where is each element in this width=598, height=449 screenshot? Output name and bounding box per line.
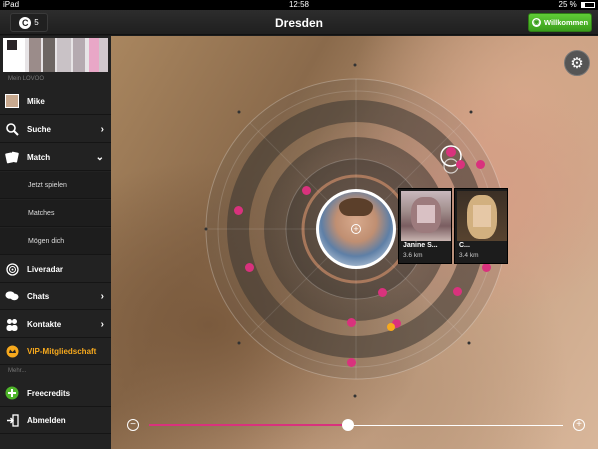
chevron-right-icon: › <box>100 123 104 135</box>
avatar <box>5 94 19 108</box>
nearby-user-dot[interactable] <box>347 358 356 367</box>
chevron-right-icon: › <box>100 290 104 302</box>
sidebar-subitem-jetzt-spielen[interactable]: Jetzt spielen <box>0 172 111 199</box>
sidebar-subitem-matches[interactable]: Matches <box>0 200 111 227</box>
sidebar-item-match[interactable]: Match ⌄ <box>0 144 111 171</box>
nearby-user-dot[interactable] <box>476 160 485 169</box>
sidebar-item-label: Abmelden <box>27 415 66 425</box>
sidebar-item-profile[interactable]: Mike <box>0 88 111 115</box>
cards-icon <box>5 150 19 164</box>
welcome-label: Willkommen <box>543 18 589 27</box>
sidebar-item-liveradar[interactable]: Liveradar <box>0 256 111 283</box>
profile-distance: 3.6 km <box>403 252 423 259</box>
sidebar-item-label: Suche <box>27 124 52 134</box>
zoom-out-icon[interactable]: − <box>127 419 139 431</box>
profile-name: Janine S... <box>403 242 438 249</box>
sidebar-item-chats[interactable]: Chats › <box>0 283 111 310</box>
search-icon <box>5 122 19 136</box>
section-label-mein-lovoo: Mein LOVOO <box>8 76 45 82</box>
welcome-button[interactable]: ◉ Willkommen <box>528 13 592 32</box>
sidebar: Mein LOVOO Mike Suche › Match ⌄ Jetzt sp… <box>0 36 111 449</box>
nearby-user-dot[interactable] <box>446 147 456 157</box>
sidebar-item-label: VIP-Mitgliedschaft <box>27 346 97 356</box>
nearby-user-dot[interactable] <box>387 323 395 331</box>
chevron-right-icon: › <box>100 318 104 330</box>
sidebar-item-kontakte[interactable]: Kontakte › <box>0 311 111 338</box>
status-bar: iPad 12:58 25 % <box>0 0 598 10</box>
nearby-user-dot[interactable] <box>245 263 254 272</box>
chevron-down-icon: ⌄ <box>95 151 104 163</box>
sidebar-item-abmelden[interactable]: Abmelden <box>0 407 111 434</box>
profile-name: C... <box>459 242 470 249</box>
nearby-user-dot[interactable] <box>453 287 462 296</box>
slider-knob[interactable] <box>341 419 354 431</box>
distance-slider[interactable]: − + <box>127 419 585 433</box>
profile-card[interactable]: Janine S... 3.6 km <box>398 188 452 264</box>
radar-icon <box>5 262 19 276</box>
plus-icon <box>5 386 19 400</box>
profile-photo <box>457 191 507 241</box>
sidebar-item-label: Liveradar <box>27 264 64 274</box>
sidebar-item-freecredits[interactable]: Freecredits <box>0 380 111 407</box>
top-bar: C 5 Dresden ◉ Willkommen <box>0 10 598 35</box>
clock: 12:58 <box>288 0 310 9</box>
sidebar-item-suche[interactable]: Suche › <box>0 116 111 143</box>
contacts-icon <box>5 317 19 331</box>
user-name: Mike <box>27 96 45 106</box>
profile-photo <box>401 191 451 241</box>
zoom-in-icon[interactable]: + <box>573 419 585 431</box>
battery-icon <box>581 1 595 8</box>
battery-status: 25 % <box>559 0 595 10</box>
battery-percent: 25 % <box>558 0 577 9</box>
globe-icon: ◉ <box>531 18 541 27</box>
photo-strip[interactable] <box>3 38 108 72</box>
nearby-user-dot[interactable] <box>234 206 243 215</box>
sidebar-subitem-moegen-dich[interactable]: Mögen dich <box>0 228 111 255</box>
nearby-user-dot[interactable] <box>378 288 387 297</box>
sidebar-item-label: Chats <box>27 291 50 301</box>
sidebar-item-label: Kontakte <box>27 319 62 329</box>
nearby-user-dot[interactable] <box>482 263 491 272</box>
profile-card[interactable]: C... 3.4 km <box>454 188 508 264</box>
sidebar-item-label: Freecredits <box>27 388 71 398</box>
own-profile-avatar[interactable]: + <box>316 189 396 269</box>
nearby-user-dot[interactable] <box>456 160 465 169</box>
chat-icon <box>5 289 19 303</box>
page-title: Dresden <box>274 16 324 30</box>
nearby-user-dot[interactable] <box>347 318 356 327</box>
sidebar-item-vip[interactable]: VIP-Mitgliedschaft <box>0 338 111 365</box>
section-label-mehr: Mehr... <box>8 368 27 374</box>
profile-distance: 3.4 km <box>459 252 479 259</box>
slider-fill <box>149 424 348 426</box>
radar-view[interactable]: ⚙ + Janine S... 3.6 km C... 3.4 km − + <box>111 36 598 449</box>
vip-icon <box>5 344 19 358</box>
settings-gear-icon[interactable]: ⚙ <box>564 50 590 76</box>
logout-icon <box>5 413 19 427</box>
nearby-user-dot[interactable] <box>302 186 311 195</box>
sidebar-item-label: Match <box>27 152 51 162</box>
